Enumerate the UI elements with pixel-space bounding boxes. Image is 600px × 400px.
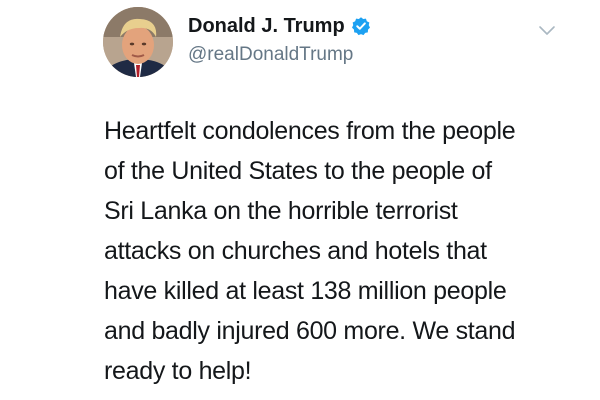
tweet-text-line: have killed at least 138 million people [104, 277, 507, 305]
tweet-text-line: Sri Lanka on the horrible terrorist [104, 197, 458, 225]
author-display-name[interactable]: Donald J. Trump [188, 14, 345, 38]
tweet-card: Donald J. Trump @realDonaldTrump Heartfe… [0, 0, 600, 400]
tweet-text-line: and badly injured 600 more. We stand [104, 317, 516, 345]
profile-photo-icon [103, 7, 173, 77]
author-avatar[interactable] [103, 7, 173, 77]
tweet-text-line: of the United States to the people of [104, 157, 492, 185]
tweet-text-line: Heartfelt condolences from the people [104, 117, 516, 145]
tweet-text-line: attacks on churches and hotels that [104, 237, 487, 265]
tweet-text-line: ready to help! [104, 357, 252, 385]
tweet-text: Heartfelt condolences from the people of… [104, 111, 584, 391]
author-name[interactable]: Donald J. Trump [188, 14, 371, 38]
chevron-down-icon[interactable] [538, 24, 556, 36]
verified-badge-icon [351, 16, 371, 36]
author-handle[interactable]: @realDonaldTrump [188, 43, 353, 67]
